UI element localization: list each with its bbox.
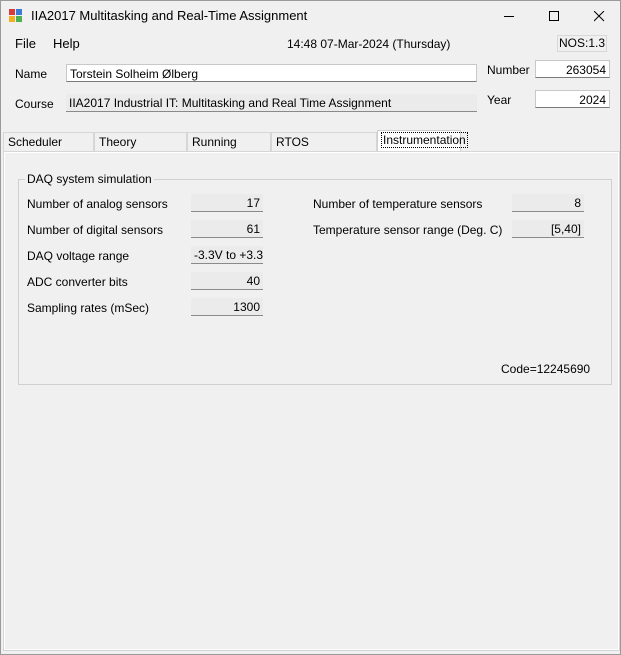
tab-scheduler-setup[interactable]: Scheduler Setup xyxy=(3,132,94,168)
course-label: Course xyxy=(15,97,54,111)
year-label: Year xyxy=(487,93,512,107)
instrumentation-panel: DAQ system simulation Number of analog s… xyxy=(3,151,620,651)
window-title: IIA2017 Multitasking and Real-Time Assig… xyxy=(31,8,308,23)
tab-theory-exercises[interactable]: Theory Exercises xyxy=(94,132,187,168)
tab-instrumentation[interactable]: Instrumentation xyxy=(377,130,468,152)
minimize-icon xyxy=(504,16,514,17)
tab-running-tasks[interactable]: Running Tasks xyxy=(187,132,271,168)
analog-sensors-value[interactable]: 17 xyxy=(191,194,263,212)
adc-bits-label: ADC converter bits xyxy=(27,275,128,289)
daq-group-title: DAQ system simulation xyxy=(25,172,154,186)
close-icon xyxy=(594,11,605,22)
temperature-range-value[interactable]: [5,40] xyxy=(512,220,584,238)
title-bar: IIA2017 Multitasking and Real-Time Assig… xyxy=(1,1,620,31)
app-window: IIA2017 Multitasking and Real-Time Assig… xyxy=(0,0,621,655)
digital-sensors-value[interactable]: 61 xyxy=(191,220,263,238)
datetime-display: 14:48 07-Mar-2024 (Thursday) xyxy=(287,37,451,51)
temperature-range-label: Temperature sensor range (Deg. C) xyxy=(313,223,503,237)
adc-bits-value[interactable]: 40 xyxy=(191,272,263,290)
daq-groupbox: DAQ system simulation Number of analog s… xyxy=(18,172,612,385)
menu-help[interactable]: Help xyxy=(53,36,80,51)
app-icon xyxy=(9,9,23,23)
menu-bar: File Help 14:48 07-Mar-2024 (Thursday) N… xyxy=(1,33,620,53)
temperature-sensors-label: Number of temperature sensors xyxy=(313,197,483,211)
minimize-button[interactable] xyxy=(486,1,532,31)
voltage-range-value[interactable]: -3.3V to +3.3V xyxy=(191,246,263,264)
code-label: Code=12245690 xyxy=(501,362,591,376)
analog-sensors-label: Number of analog sensors xyxy=(27,197,168,211)
maximize-button[interactable] xyxy=(531,1,577,31)
voltage-range-label: DAQ voltage range xyxy=(27,249,130,263)
tab-label: Instrumentation xyxy=(381,132,468,148)
name-field[interactable]: Torstein Solheim Ølberg xyxy=(66,64,477,82)
year-field[interactable]: 2024 xyxy=(535,90,610,108)
menu-file[interactable]: File xyxy=(15,36,36,51)
tab-rtos-specification[interactable]: RTOS Specification xyxy=(271,132,377,168)
number-field[interactable]: 263054 xyxy=(535,60,610,78)
name-label: Name xyxy=(15,67,48,81)
course-field[interactable]: IIA2017 Industrial IT: Multitasking and … xyxy=(66,94,477,112)
number-label: Number xyxy=(487,63,530,77)
panel-body: DAQ system simulation Number of analog s… xyxy=(5,153,618,649)
maximize-icon xyxy=(549,11,559,21)
digital-sensors-label: Number of digital sensors xyxy=(27,223,164,237)
nos-badge: NOS:1.3 xyxy=(557,35,607,52)
sampling-rate-label: Sampling rates (mSec) xyxy=(27,301,150,315)
sampling-rate-value[interactable]: 1300 xyxy=(191,298,263,316)
close-button[interactable] xyxy=(576,1,621,31)
temperature-sensors-value[interactable]: 8 xyxy=(512,194,584,212)
